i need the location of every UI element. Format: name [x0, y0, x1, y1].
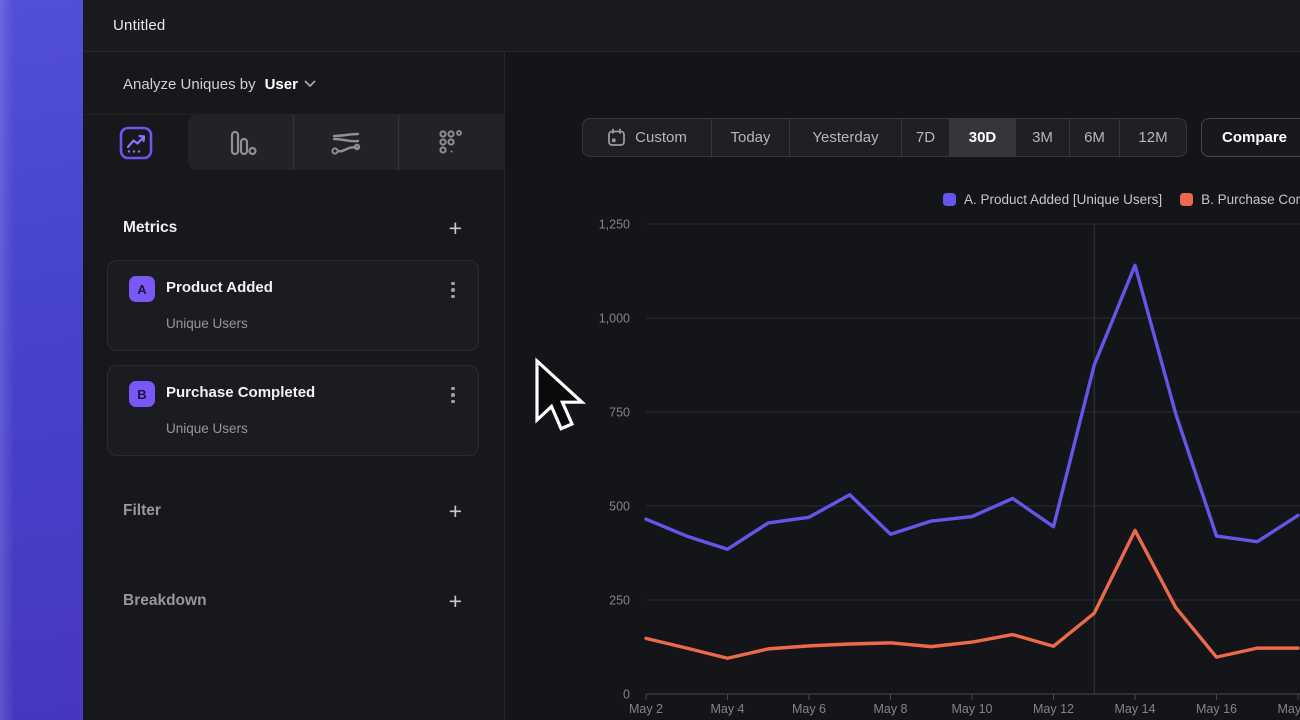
metrics-section-header: Metrics +: [123, 213, 462, 243]
legend-label-a: A. Product Added [Unique Users]: [964, 192, 1162, 207]
tab-flows[interactable]: [293, 115, 398, 170]
add-metric-button[interactable]: +: [449, 217, 462, 240]
legend-label-b: B. Purchase Completed [Unique Users]: [1201, 192, 1300, 207]
line-chart-icon: [119, 126, 153, 160]
tab-insights-line-chart[interactable]: [83, 115, 188, 170]
app-window: Untitled Analyze Uniques by User: [83, 0, 1300, 720]
bar-chart-icon: [224, 126, 258, 160]
top-bar: Untitled: [83, 0, 1300, 52]
metric-card-purchase-completed[interactable]: B Purchase Completed Unique Users: [107, 365, 479, 456]
range-yesterday[interactable]: Yesterday: [790, 119, 902, 156]
chevron-down-icon: [304, 80, 316, 88]
svg-text:May 4: May 4: [710, 702, 744, 716]
add-filter-button[interactable]: +: [449, 500, 462, 523]
uniques-by-dropdown[interactable]: User: [265, 76, 316, 93]
query-sidebar: Analyze Uniques by User: [83, 52, 505, 720]
compare-button[interactable]: Compare: [1201, 118, 1300, 157]
filter-section-header: Filter +: [123, 496, 462, 526]
svg-text:1,250: 1,250: [599, 218, 630, 232]
breakdown-section-header: Breakdown +: [123, 586, 462, 616]
analyze-label: Analyze Uniques by: [123, 76, 256, 93]
report-title[interactable]: Untitled: [113, 17, 165, 34]
range-12m[interactable]: 12M: [1120, 119, 1186, 156]
metric-badge-b: B: [129, 381, 155, 407]
filter-heading: Filter: [123, 502, 161, 520]
svg-text:May 14: May 14: [1115, 702, 1156, 716]
svg-text:May 6: May 6: [792, 702, 826, 716]
legend-swatch-b: [1180, 193, 1193, 206]
uniques-by-value: User: [265, 76, 298, 93]
range-today[interactable]: Today: [712, 119, 790, 156]
svg-text:250: 250: [609, 594, 630, 608]
svg-text:May 18: May 18: [1278, 702, 1300, 716]
legend-item-a[interactable]: A. Product Added [Unique Users]: [943, 191, 1162, 207]
svg-text:May 2: May 2: [629, 702, 663, 716]
range-6m[interactable]: 6M: [1070, 119, 1120, 156]
dots-grid-icon: [434, 126, 468, 160]
kebab-menu-icon[interactable]: [444, 384, 462, 406]
metric-card-product-added[interactable]: A Product Added Unique Users: [107, 260, 479, 351]
svg-text:0: 0: [623, 688, 630, 702]
metric-badge-a: A: [129, 276, 155, 302]
range-7d[interactable]: 7D: [902, 119, 950, 156]
chart-legend: A. Product Added [Unique Users] B. Purch…: [943, 191, 1300, 207]
metric-subtitle[interactable]: Unique Users: [166, 421, 248, 436]
legend-swatch-a: [943, 193, 956, 206]
date-range-segmented-control: Custom Today Yesterday 7D 30D 3M 6M 12M: [582, 118, 1187, 157]
metric-name: Product Added: [166, 279, 273, 296]
analyze-header: Analyze Uniques by User: [123, 70, 316, 98]
range-custom[interactable]: Custom: [583, 119, 712, 156]
legend-item-b[interactable]: B. Purchase Completed [Unique Users]: [1180, 191, 1300, 207]
svg-text:1,000: 1,000: [599, 312, 630, 326]
range-3m[interactable]: 3M: [1016, 119, 1070, 156]
metrics-heading: Metrics: [123, 219, 177, 237]
calendar-icon: [607, 128, 626, 147]
kebab-menu-icon[interactable]: [444, 279, 462, 301]
tab-retention[interactable]: [398, 115, 503, 170]
range-label: Custom: [635, 129, 687, 146]
range-30d[interactable]: 30D: [950, 119, 1016, 156]
svg-text:May 12: May 12: [1033, 702, 1074, 716]
svg-text:500: 500: [609, 500, 630, 514]
metric-name: Purchase Completed: [166, 384, 315, 401]
metric-subtitle[interactable]: Unique Users: [166, 316, 248, 331]
chart-panel: Custom Today Yesterday 7D 30D 3M 6M 12M …: [506, 52, 1300, 720]
add-breakdown-button[interactable]: +: [449, 590, 462, 613]
tab-funnels-bar-chart[interactable]: [188, 115, 293, 170]
svg-text:May 16: May 16: [1196, 702, 1237, 716]
flows-icon: [328, 126, 364, 160]
svg-text:750: 750: [609, 406, 630, 420]
breakdown-heading: Breakdown: [123, 592, 207, 610]
svg-text:May 8: May 8: [873, 702, 907, 716]
desktop-background: [0, 0, 83, 720]
svg-text:May 10: May 10: [952, 702, 993, 716]
